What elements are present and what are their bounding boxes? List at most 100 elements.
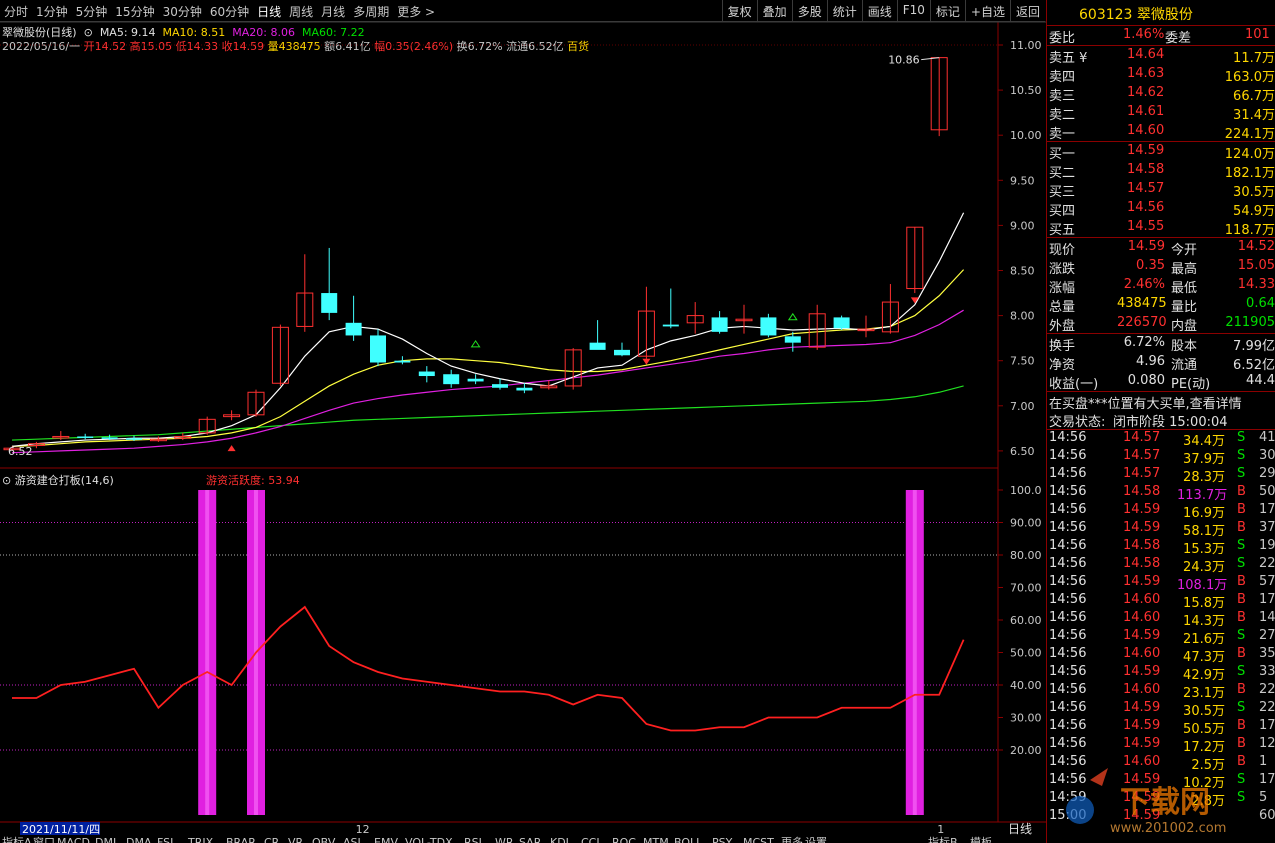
order-volume: 66.7万	[1233, 89, 1275, 104]
tick-row: 14:56 14.57 28.3万 S 29	[1047, 466, 1275, 485]
order-book-row[interactable]: 买四 14.56 54.9万	[1047, 199, 1275, 219]
order-book-row[interactable]: 买五 14.55 118.7万	[1047, 218, 1275, 238]
indicator-tab-22[interactable]: PSY	[712, 836, 733, 843]
indicator-tab-right-0[interactable]: 指标B	[928, 835, 958, 843]
indicator-tab-19[interactable]: ROC	[612, 836, 636, 843]
tick-price: 14.57	[1123, 448, 1161, 463]
stat-label: 内盘	[1171, 319, 1198, 334]
order-book-row[interactable]: 买一 14.59 124.0万	[1047, 142, 1275, 162]
order-volume: 54.9万	[1233, 204, 1275, 219]
tick-time: 14:56	[1049, 484, 1087, 499]
order-volume: 31.4万	[1233, 108, 1275, 123]
indicator-tab-16[interactable]: SAR	[519, 836, 542, 843]
stat-value: 0.35	[1136, 258, 1165, 273]
stat-value: 226570	[1117, 315, 1167, 330]
indicator-tab-12[interactable]: EMV	[374, 836, 398, 843]
stat-value: 7.99亿	[1233, 339, 1275, 354]
indicator-tab-13[interactable]: VOL-TDX	[405, 836, 453, 843]
stat-label: 流通	[1171, 358, 1198, 373]
indicator-tab-1[interactable]: 窗口	[33, 835, 55, 843]
indicator-tab-17[interactable]: KDJ	[550, 836, 569, 843]
indicator-tab-8[interactable]: CR	[264, 836, 280, 843]
quote-stats-2: 换手 6.72% 股本 7.99亿 净资 4.96 流通 6.52亿 收益(一) 0…	[1047, 333, 1275, 392]
month-label-12: 12	[356, 823, 370, 836]
indicator-tab-5[interactable]: FSL	[157, 836, 177, 843]
indicator-tab-15[interactable]: WR	[495, 836, 514, 843]
tick-volume: 47.3万	[1183, 650, 1225, 665]
order-book-row[interactable]: 卖二 14.61 31.4万	[1047, 103, 1275, 123]
tick-volume: 30.5万	[1183, 704, 1225, 719]
candle-body-down	[467, 378, 484, 382]
tick-volume: 50.5万	[1183, 722, 1225, 737]
tick-row: 14:56 14.58 113.7万 B 50	[1047, 484, 1275, 503]
order-level: 买四	[1049, 204, 1076, 219]
candle-body-down	[394, 360, 411, 363]
gear-icon[interactable]: ⊙	[2, 474, 11, 487]
indicator-tab-6[interactable]: TRIX	[187, 836, 214, 843]
period-label[interactable]: 日线	[1008, 822, 1032, 836]
high-price-label: 10.86	[888, 54, 920, 67]
indicator-tab-0[interactable]: 指标A	[2, 835, 32, 843]
indicator-tab-23[interactable]: MCST	[743, 836, 774, 843]
watermark-globe	[1066, 796, 1094, 824]
indicator-tab-14[interactable]: RSI	[464, 836, 482, 843]
indicator-tab-4[interactable]: DMA	[126, 836, 152, 843]
indicator-tab-21[interactable]: BOLL	[674, 836, 703, 843]
indicator-tab-20[interactable]: MTM	[643, 836, 669, 843]
tick-row: 14:56 14.57 37.9万 S 30	[1047, 448, 1275, 467]
indicator-tab-9[interactable]: VR	[288, 836, 304, 843]
tick-side: S	[1237, 466, 1246, 481]
tick-count: 17	[1259, 502, 1275, 517]
tick-count: 37	[1259, 520, 1275, 535]
tick-count: 17	[1259, 592, 1275, 607]
indicator-tab-11[interactable]: ASI	[343, 836, 361, 843]
order-level: 卖四	[1049, 70, 1076, 85]
stat-value: 15.05	[1237, 258, 1275, 273]
indicator-tab-7[interactable]: BRAR	[226, 836, 256, 843]
indicator-tab-18[interactable]: CCI	[581, 836, 600, 843]
tick-side: B	[1237, 646, 1246, 661]
tick-count: 22	[1259, 700, 1275, 715]
price-axis-label: 11.00	[1010, 39, 1042, 52]
stat-row: 外盘 226570 内盘 211905	[1047, 314, 1275, 334]
date-cursor-label: 2021/11/11/四	[22, 823, 100, 836]
indicator-title[interactable]: 游资建仓打板(14,6)	[15, 474, 114, 487]
month-label-1: 1	[937, 823, 944, 836]
order-volume: 224.1万	[1224, 127, 1275, 142]
candle-body-down	[516, 387, 533, 391]
candlestick-chart[interactable]: 11.00 10.50 10.00 9.50 9.00 8.50 8.00 7.50 7.00 6…	[0, 0, 1046, 843]
order-book-row[interactable]: 卖五 ¥ 14.64 11.7万	[1047, 46, 1275, 66]
tick-time: 14:56	[1049, 628, 1087, 643]
tick-price: 14.60	[1123, 592, 1161, 607]
tick-price: 14.58	[1123, 484, 1161, 499]
tick-time: 14:56	[1049, 610, 1087, 625]
indicator-axis-label: 50.00	[1010, 647, 1042, 660]
indicator-tab-24[interactable]: 更多	[781, 835, 803, 843]
order-book-row[interactable]: 卖一 14.60 224.1万	[1047, 122, 1275, 142]
tick-side: B	[1237, 520, 1246, 535]
order-level: 卖一	[1049, 127, 1076, 142]
notice-row[interactable]: 在买盘***位置有大买单,查看详情	[1047, 391, 1275, 412]
order-book-row[interactable]: 卖四 14.63 163.0万	[1047, 65, 1275, 85]
ma5-line	[11, 212, 965, 447]
stat-value: 2.46%	[1123, 277, 1165, 292]
stat-value: 6.72%	[1123, 335, 1165, 350]
indicator-axis-label: 80.00	[1010, 549, 1042, 562]
indicator-tab-10[interactable]: OBV	[312, 836, 336, 843]
indicator-tab-3[interactable]: DMI	[95, 836, 116, 843]
indicator-tab-right-1[interactable]: 模板	[970, 835, 992, 843]
order-level: 卖五 ¥	[1049, 51, 1088, 66]
indicator-tab-25[interactable]: 设置	[805, 836, 827, 843]
order-book-row[interactable]: 卖三 14.62 66.7万	[1047, 84, 1275, 104]
order-level: 买五	[1049, 223, 1076, 238]
tick-count: 33	[1259, 664, 1275, 679]
tick-volume: 15.3万	[1183, 542, 1225, 557]
tick-time: 14:56	[1049, 718, 1087, 733]
tick-count: 22	[1259, 682, 1275, 697]
indicator-tab-2[interactable]: MACD	[57, 836, 90, 843]
indicator-axis-label: 100.0	[1010, 484, 1042, 497]
order-book-row[interactable]: 买二 14.58 182.1万	[1047, 161, 1275, 181]
candle-body-down	[370, 335, 386, 363]
order-book-row[interactable]: 买三 14.57 30.5万	[1047, 180, 1275, 200]
indicator-axis-label: 60.00	[1010, 614, 1042, 627]
